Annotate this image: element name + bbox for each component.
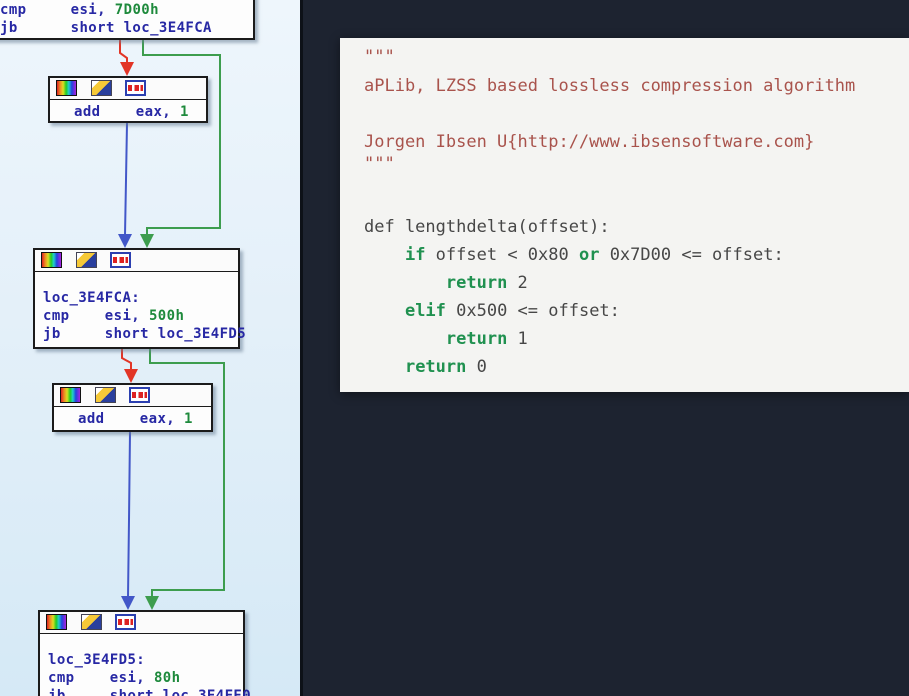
asm-text: jb short loc_3E4FCA <box>0 20 212 36</box>
asm-text: jb short loc_3E4FD5 <box>43 326 246 342</box>
disassembly-graph-pane[interactable]: cmp esi, 7D00h jb short loc_3E4FCA add e… <box>0 0 303 696</box>
code-text: 2 <box>507 273 527 293</box>
code-line: return 0 <box>364 355 487 379</box>
asm-line: cmp esi, 80h <box>48 669 243 687</box>
asm-line: cmp esi, 500h <box>43 307 238 325</box>
palette-icon[interactable] <box>41 252 62 268</box>
keyword-text: return <box>446 329 507 349</box>
code-text <box>364 245 405 265</box>
screen: cmp esi, 7D00h jb short loc_3E4FCA add e… <box>0 0 909 696</box>
flowchart-icon[interactable] <box>125 80 146 96</box>
asm-text: jb short loc_3E4FE0 <box>48 688 251 696</box>
asm-text: add eax, <box>74 104 180 120</box>
edit-pencil-icon[interactable] <box>76 252 97 268</box>
code-line: Jorgen Ibsen U{http://www.ibsensoftware.… <box>364 130 814 154</box>
basic-block-add-1[interactable]: add eax, 1 <box>48 76 208 123</box>
edge-red-jump-2 <box>122 349 138 383</box>
asm-line: add eax, 1 <box>78 410 211 428</box>
asm-label-line: loc_3E4FD5: <box>48 651 243 669</box>
asm-line: jb short loc_3E4FCA <box>0 19 253 37</box>
code-text <box>364 301 405 321</box>
basic-block-add-2[interactable]: add eax, 1 <box>52 383 213 432</box>
asm-text: add eax, <box>78 411 184 427</box>
flowchart-icon[interactable] <box>115 614 136 630</box>
asm-number: 7D00h <box>115 2 159 18</box>
asm-number: 1 <box>184 411 193 427</box>
keyword-text: elif <box>405 301 446 321</box>
edge-blue-fallthrough-2 <box>121 432 135 610</box>
flowchart-icon[interactable] <box>110 252 131 268</box>
block-header <box>35 250 238 272</box>
palette-icon[interactable] <box>56 80 77 96</box>
code-panel: """ aPLib, LZSS based lossless compressi… <box>340 38 909 392</box>
palette-icon[interactable] <box>46 614 67 630</box>
asm-label: loc_3E4FCA: <box>43 290 140 306</box>
edge-green-branch-1 <box>140 40 220 248</box>
block-header <box>54 385 211 407</box>
asm-number: 500h <box>149 308 184 324</box>
block-header <box>40 612 243 634</box>
basic-block-loc-3E4FCA[interactable]: loc_3E4FCA: cmp esi, 500h jb short loc_3… <box>33 248 240 349</box>
code-line: def lengthdelta(offset): <box>364 215 610 239</box>
basic-block-loc-3E4FD5[interactable]: loc_3E4FD5: cmp esi, 80h jb short loc_3E… <box>38 610 245 696</box>
edit-pencil-icon[interactable] <box>95 387 116 403</box>
code-line: if offset < 0x80 or 0x7D00 <= offset: <box>364 243 784 267</box>
edge-blue-fallthrough-1 <box>118 123 132 248</box>
docstring-text: """ <box>364 47 395 67</box>
block-header <box>50 78 206 100</box>
edit-pencil-icon[interactable] <box>91 80 112 96</box>
keyword-text: return <box>405 357 466 377</box>
docstring-text: aPLib, LZSS based lossless compression a… <box>364 76 855 96</box>
palette-icon[interactable] <box>60 387 81 403</box>
keyword-text: or <box>579 245 599 265</box>
asm-text: cmp esi, <box>48 670 154 686</box>
code-text <box>364 329 446 349</box>
code-text: 1 <box>507 329 527 349</box>
code-line: elif 0x500 <= offset: <box>364 299 620 323</box>
asm-number: 80h <box>154 670 181 686</box>
code-text <box>364 357 405 377</box>
code-line: return 1 <box>364 327 528 351</box>
asm-line: jb short loc_3E4FD5 <box>43 325 238 343</box>
asm-line: jb short loc_3E4FE0 <box>48 687 243 696</box>
code-line: """ <box>364 45 395 69</box>
code-text: 0x500 <= offset: <box>446 301 620 321</box>
docstring-text: Jorgen Ibsen U{http://www.ibsensoftware.… <box>364 132 814 152</box>
asm-label-line: loc_3E4FCA: <box>43 289 238 307</box>
code-text: def lengthdelta(offset): <box>364 217 610 237</box>
docstring-text: """ <box>364 154 395 174</box>
keyword-text: return <box>446 273 507 293</box>
asm-text: cmp esi, <box>43 308 149 324</box>
edit-pencil-icon[interactable] <box>81 614 102 630</box>
code-text: offset < 0x80 <box>425 245 579 265</box>
asm-label: loc_3E4FD5: <box>48 652 145 668</box>
code-line: return 2 <box>364 271 528 295</box>
flowchart-icon[interactable] <box>129 387 150 403</box>
code-text: 0 <box>466 357 486 377</box>
code-line: """ <box>364 152 395 176</box>
code-text <box>364 273 446 293</box>
code-text: 0x7D00 <= offset: <box>599 245 783 265</box>
asm-text: cmp esi, <box>0 2 115 18</box>
asm-number: 1 <box>180 104 189 120</box>
asm-line: add eax, 1 <box>74 103 206 121</box>
code-line: aPLib, LZSS based lossless compression a… <box>364 74 855 98</box>
basic-block-cmp-7d00[interactable]: cmp esi, 7D00h jb short loc_3E4FCA <box>0 0 255 40</box>
asm-line: cmp esi, 7D00h <box>0 1 253 19</box>
keyword-text: if <box>405 245 425 265</box>
edge-red-jump-1 <box>120 40 134 76</box>
